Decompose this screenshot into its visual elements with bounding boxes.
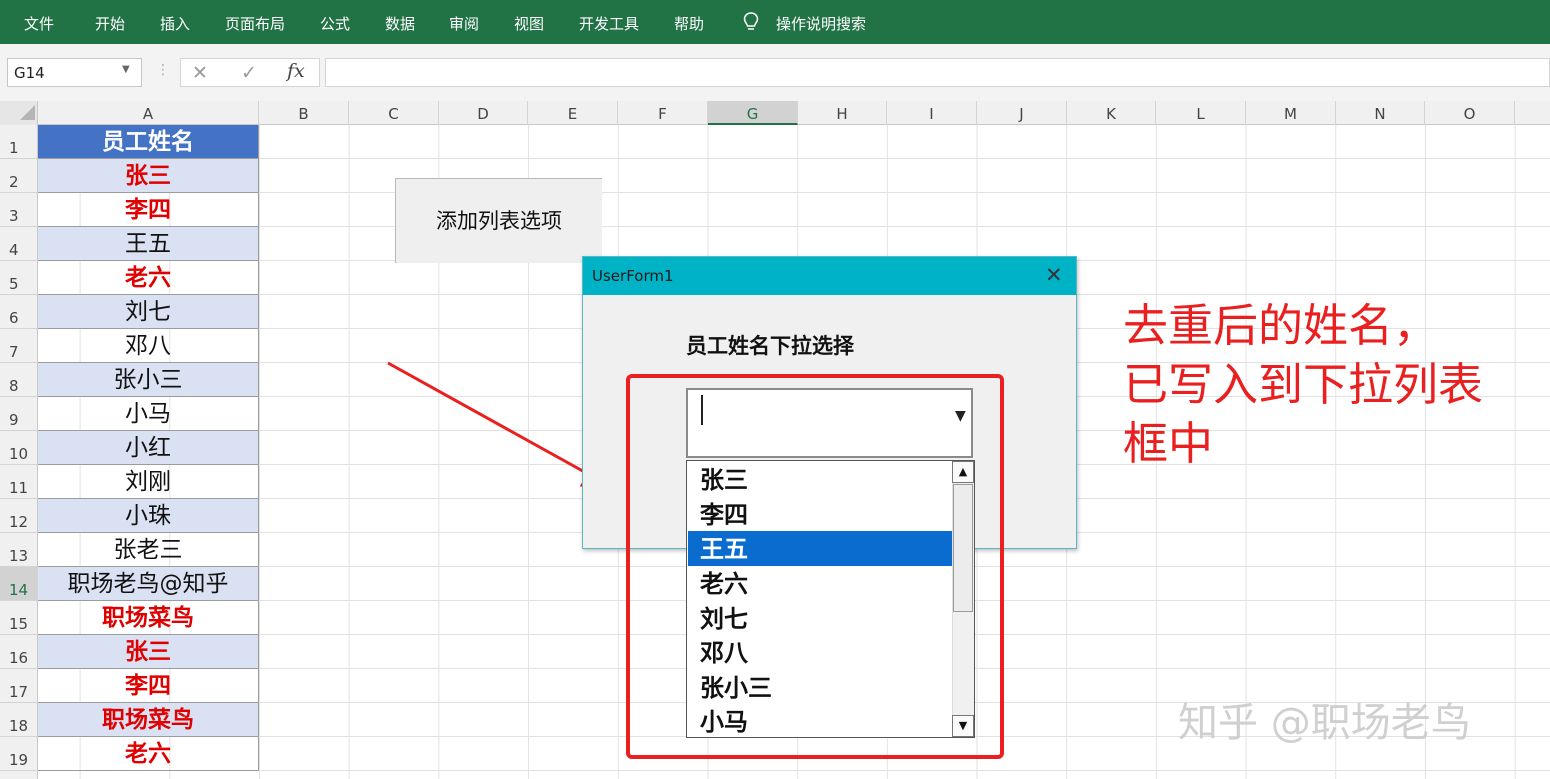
column-header-e[interactable]: E [528,101,618,125]
cell-a1[interactable]: 员工姓名 [38,125,259,159]
menu-formulas[interactable]: 公式 [320,13,350,34]
watermark: 知乎 @职场老鸟 [1178,700,1471,746]
row-header[interactable]: 9 [0,397,38,431]
formula-bar-row: G14 ▼ ⋮ ✕ ✓ fx [0,44,1550,101]
menu-home[interactable]: 开始 [95,13,125,34]
row-header[interactable]: 1 [0,125,38,159]
cell-a15[interactable]: 职场菜鸟 [38,601,259,635]
row-header[interactable]: 3 [0,193,38,227]
lightbulb-icon [743,12,759,30]
row-header[interactable]: 12 [0,499,38,533]
annotation-line: 框中 [1123,417,1214,470]
tell-me-search[interactable]: 操作说明搜索 [776,13,866,34]
cell-a12[interactable]: 小珠 [38,499,259,533]
row-header[interactable]: 7 [0,329,38,363]
menu-review[interactable]: 审阅 [449,13,479,34]
cell-a19[interactable]: 老六 [38,737,259,771]
cell-a6[interactable]: 刘七 [38,295,259,329]
column-header-a[interactable]: A [38,101,259,125]
cell-a3[interactable]: 李四 [38,193,259,227]
menu-file[interactable]: 文件 [24,13,54,34]
row-header[interactable]: 2 [0,159,38,193]
cell-a7[interactable]: 邓八 [38,329,259,363]
userform-title: UserForm1 [592,267,674,285]
menu-page-layout[interactable]: 页面布局 [225,13,285,34]
column-header-f[interactable]: F [618,101,708,125]
cell-a9[interactable]: 小马 [38,397,259,431]
cell-a10[interactable]: 小红 [38,431,259,465]
column-header-h[interactable]: H [798,101,887,125]
row-header[interactable]: 13 [0,533,38,567]
cell-a11[interactable]: 刘刚 [38,465,259,499]
cell-a16[interactable]: 张三 [38,635,259,669]
menu-help[interactable]: 帮助 [674,13,704,34]
cell-a17[interactable]: 李四 [38,669,259,703]
column-header-d[interactable]: D [439,101,528,125]
column-header-j[interactable]: J [977,101,1067,125]
column-header-k[interactable]: K [1067,101,1156,125]
menu-view[interactable]: 视图 [514,13,544,34]
row-header[interactable]: 11 [0,465,38,499]
more-icon: ⋮ [156,62,170,78]
insert-function-icon[interactable]: fx [287,60,305,82]
column-header-c[interactable]: C [349,101,439,125]
column-header-n[interactable]: N [1336,101,1425,125]
check-icon[interactable]: ✓ [241,62,257,84]
row-header[interactable]: 15 [0,601,38,635]
select-all-icon [20,105,35,120]
cell-a2[interactable]: 张三 [38,159,259,193]
cell-a13[interactable]: 张老三 [38,533,259,567]
annotation-line: 已写入到下拉列表 [1123,358,1484,411]
row-header[interactable]: 20 [0,771,38,779]
ribbon: 文件 开始 插入 页面布局 公式 数据 审阅 视图 开发工具 帮助 操作说明搜索 [0,0,1550,44]
row-header[interactable]: 19 [0,737,38,771]
cell-a5[interactable]: 老六 [38,261,259,295]
row-header[interactable]: 18 [0,703,38,737]
userform-titlebar[interactable]: UserForm1 ✕ [583,257,1076,295]
row-header[interactable]: 14 [0,567,38,601]
row-header[interactable]: 4 [0,227,38,261]
row-header[interactable]: 10 [0,431,38,465]
column-header-l[interactable]: L [1156,101,1246,125]
row-header[interactable]: 6 [0,295,38,329]
menu-insert[interactable]: 插入 [160,13,190,34]
column-header-i[interactable]: I [887,101,977,125]
menu-data[interactable]: 数据 [385,13,415,34]
cell-a14[interactable]: 职场老鸟@知乎 [38,567,259,601]
cancel-icon[interactable]: ✕ [192,62,208,84]
menu-developer[interactable]: 开发工具 [579,13,639,34]
column-header-b[interactable]: B [259,101,349,125]
cell-a8[interactable]: 张小三 [38,363,259,397]
cell-a18[interactable]: 职场菜鸟 [38,703,259,737]
row-header[interactable]: 8 [0,363,38,397]
row-header[interactable]: 16 [0,635,38,669]
row-header[interactable]: 17 [0,669,38,703]
annotation-line: 去重后的姓名， [1123,299,1439,352]
column-header-o[interactable]: O [1425,101,1515,125]
cell-a4[interactable]: 王五 [38,227,259,261]
add-list-items-button[interactable]: 添加列表选项 [395,178,602,263]
column-header-m[interactable]: M [1246,101,1336,125]
chevron-down-icon[interactable]: ▼ [122,64,130,75]
annotation-text: 去重后的姓名， 已写入到下拉列表 框中 [1123,296,1533,473]
row-header[interactable]: 5 [0,261,38,295]
close-icon[interactable]: ✕ [1045,263,1063,287]
column-header-g[interactable]: G [708,101,798,125]
formula-input[interactable] [325,58,1550,87]
employee-name-label: 员工姓名下拉选择 [686,334,854,358]
highlight-box [626,374,1004,759]
